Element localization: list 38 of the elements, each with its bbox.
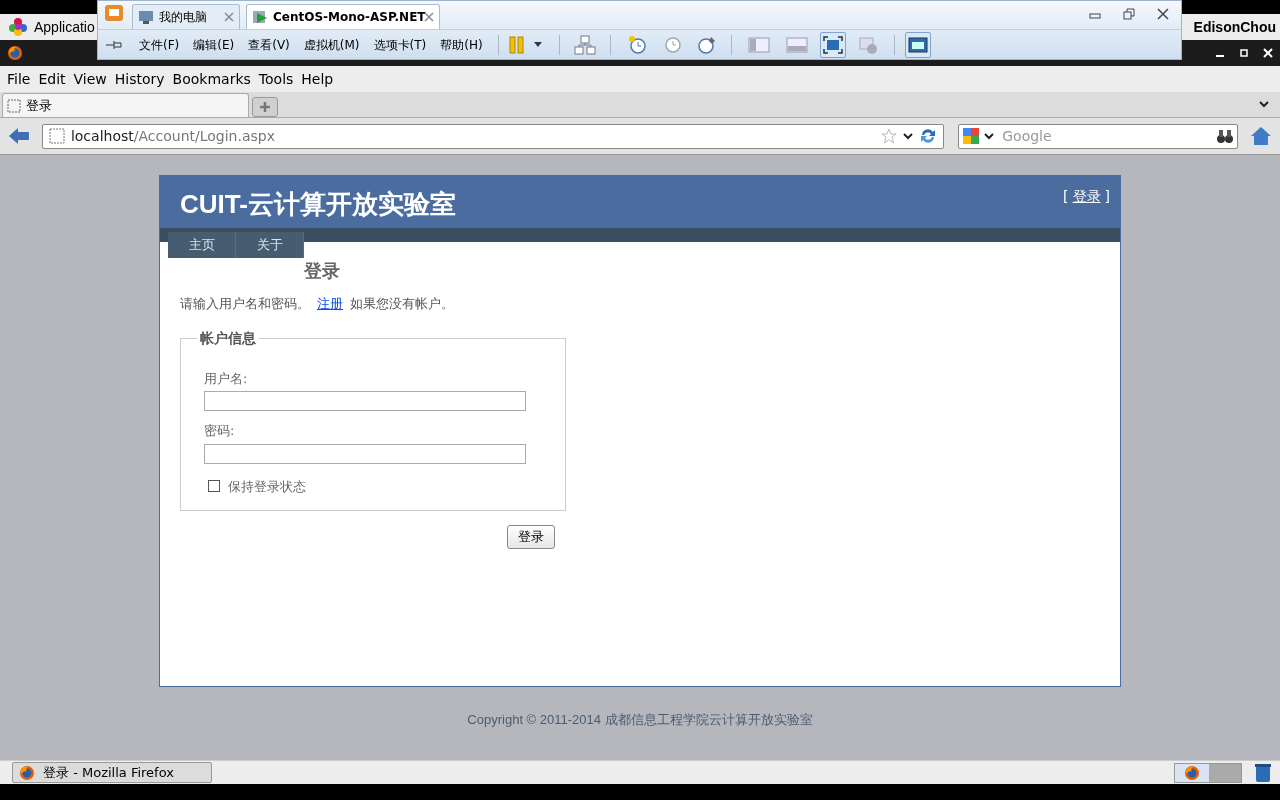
url-text: localhost/Account/Login.aspx [70,126,275,146]
menu-item[interactable]: History [110,68,169,90]
fieldset-legend: 帐户信息 [197,327,259,349]
bracket-text: [ [1063,187,1069,206]
vm-menu-item[interactable]: 帮助(H) [435,35,488,54]
vm-menu-item[interactable]: 查看(V) [243,35,295,54]
vm-tab[interactable]: 我的电脑 [132,4,240,29]
menu-item[interactable]: Tools [254,68,298,90]
menu-item[interactable]: View [69,68,111,90]
vm-menu-item[interactable]: 选项卡(T) [368,35,432,54]
login-link[interactable]: 登录 [1072,186,1101,207]
bracket-text: ] [1104,187,1110,206]
site-title: CUIT-云计算开放实验室 [180,188,456,221]
applications-menu[interactable]: Applicatio [34,16,95,38]
field-label: 密码: [204,422,236,440]
vm-menu-item[interactable]: 虚拟机(M) [298,35,365,54]
menu-item[interactable]: Edit [34,68,70,90]
field-label: 用户名: [204,369,249,388]
checkbox-label: 保持登录状态 [228,477,306,496]
address-bar[interactable]: localhost/Account/Login.aspx [41,123,945,149]
vm-tab[interactable]: CentOS-Mono-ASP.NET [246,4,440,29]
search-bar[interactable]: Google [958,123,1239,149]
vm-menu-item[interactable]: 编辑(E) [188,35,240,54]
nav-tab[interactable]: 主页 [168,232,236,258]
taskbar-button[interactable]: 登录 - Mozilla Firefox [12,762,212,783]
footer-text: Copyright © 2011-2014 成都信息工程学院云计算开放实验室 [467,711,813,729]
browser-tab[interactable]: 登录 [2,93,249,117]
menu-item[interactable]: Bookmarks [168,68,255,90]
login-button[interactable]: 登录 [507,524,555,549]
nav-tab[interactable]: 关于 [236,232,304,258]
menu-item[interactable]: Help [297,68,338,90]
page-heading: 登录 [304,259,341,283]
user-name[interactable]: EdisonChou [1193,16,1276,38]
search-input[interactable]: Google [1002,125,1213,147]
vm-menu-item[interactable]: 文件(F) [134,35,185,54]
menu-item[interactable]: File [3,68,35,90]
intro-text: 请输入用户名和密码。 注册 如果您没有帐户。 [180,295,456,313]
register-link[interactable]: 注册 [317,296,344,311]
